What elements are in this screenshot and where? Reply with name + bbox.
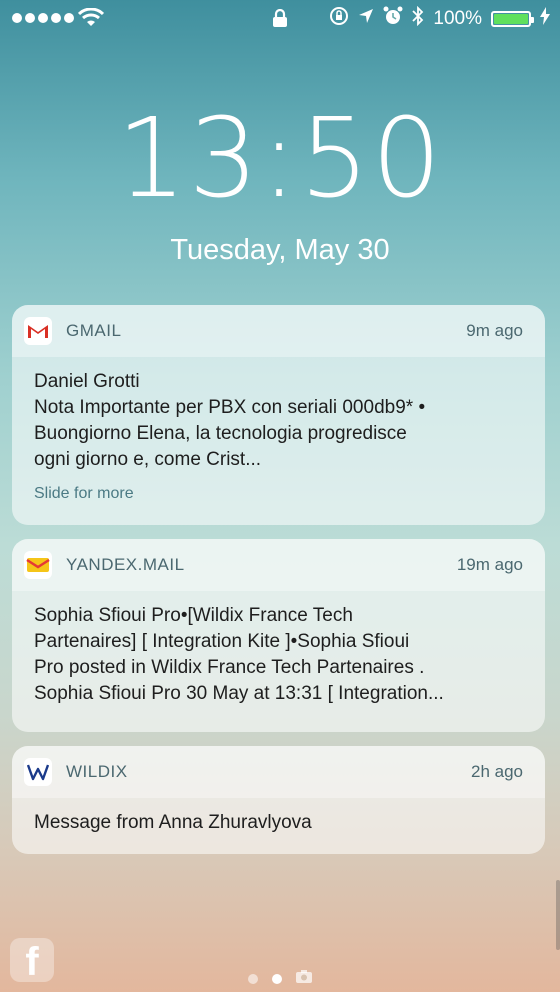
location-icon: [358, 8, 374, 30]
yandex-mail-icon: [24, 551, 52, 579]
notification-header: WILDIX 2h ago: [12, 746, 545, 798]
orientation-lock-icon: [329, 6, 349, 32]
page-dot-active: [272, 974, 282, 984]
notification-line: Buongiorno Elena, la tecnologia progredi…: [34, 423, 407, 444]
notification-header: GMAIL 9m ago: [12, 305, 545, 357]
notification-body: Sophia Sfioui Pro•[Wildix France Tech Pa…: [12, 591, 545, 707]
notification-time: 9m ago: [466, 321, 523, 340]
notification-header: YANDEX.MAIL 19m ago: [12, 539, 545, 591]
scroll-edge-indicator: [556, 880, 560, 950]
gmail-icon: [24, 317, 52, 345]
page-indicator[interactable]: [0, 970, 560, 988]
notification-time: 19m ago: [456, 555, 523, 574]
notification-line: ogni giorno e, come Crist...: [34, 449, 262, 470]
notification-line: Pro posted in Wildix France Tech Partena…: [34, 657, 425, 678]
app-name: WILDIX: [66, 762, 128, 781]
battery-icon: [491, 11, 534, 27]
lock-screen-date: Tuesday, May 30: [170, 234, 390, 266]
wildix-icon: [24, 758, 52, 786]
battery-percent: 100%: [433, 8, 482, 29]
lock-icon: [272, 8, 288, 33]
notification-body: Daniel Grotti Nota Importante per PBX co…: [12, 357, 545, 507]
slide-for-more-hint: Slide for more: [34, 485, 134, 502]
notification-sender: Daniel Grotti: [34, 371, 140, 392]
bluetooth-icon: [412, 5, 424, 32]
notification-yandex-mail[interactable]: YANDEX.MAIL 19m ago Sophia Sfioui Pro•[W…: [12, 539, 545, 732]
notification-wildix[interactable]: WILDIX 2h ago Message from Anna Zhuravly…: [12, 746, 545, 854]
page-dot: [248, 974, 258, 984]
alarm-icon: [383, 6, 403, 32]
app-name: GMAIL: [66, 321, 122, 340]
notification-line: Message from Anna Zhuravlyova: [34, 812, 312, 833]
notification-line: Partenaires] [ Integration Kite ]•Sophia…: [34, 631, 410, 652]
notification-line: Nota Importante per PBX con seriali 000d…: [34, 397, 426, 418]
charging-icon: [540, 7, 550, 31]
notification-line: Sophia Sfioui Pro•[Wildix France Tech: [34, 605, 353, 626]
notification-time: 2h ago: [471, 762, 523, 781]
status-right-group: 100%: [329, 5, 550, 32]
status-bar: 100%: [0, 0, 560, 36]
signal-strength-icon: [12, 13, 74, 23]
camera-icon[interactable]: [296, 970, 312, 988]
lock-screen-time: 13:50: [116, 94, 444, 222]
notification-body: Message from Anna Zhuravlyova: [12, 798, 545, 836]
notification-gmail[interactable]: GMAIL 9m ago Daniel Grotti Nota Importan…: [12, 305, 545, 525]
notification-line: Sophia Sfioui Pro 30 May at 13:31 [ Inte…: [34, 683, 444, 704]
app-name: YANDEX.MAIL: [66, 555, 185, 574]
wifi-icon: [77, 7, 105, 33]
